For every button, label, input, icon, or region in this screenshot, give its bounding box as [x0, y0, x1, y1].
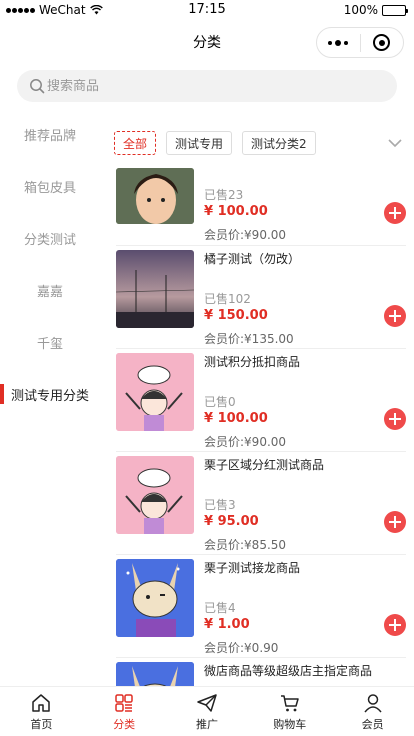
more-dot-icon	[328, 40, 333, 45]
product-list: 已售23 ¥ 100.00 会员价:¥90.00 橘子测试（勿改） 已售102 …	[116, 166, 406, 736]
sidebar-item-bags[interactable]: 箱包皮具	[0, 160, 100, 212]
member-price: 会员价:¥0.90	[204, 641, 279, 655]
tab-promote-label: 推广	[195, 717, 218, 731]
member-price: 会员价:¥90.00	[204, 435, 287, 449]
product-price: ¥ 95.00	[204, 514, 259, 529]
member-price: 会员价:¥85.50	[204, 538, 287, 552]
product-name: 栗子区域分红测试商品	[204, 458, 325, 472]
add-to-cart-button[interactable]	[384, 305, 406, 327]
tab-member[interactable]: 会员	[331, 687, 414, 736]
tab-promote[interactable]: 推广	[166, 687, 249, 736]
product-item[interactable]: 测试积分抵扣商品 已售0 ¥ 100.00 会员价:¥90.00	[116, 349, 406, 452]
product-item[interactable]: 栗子区域分红测试商品 已售3 ¥ 95.00 会员价:¥85.50	[116, 452, 406, 555]
product-item[interactable]: 已售23 ¥ 100.00 会员价:¥90.00	[116, 166, 406, 246]
product-name: 栗子测试接龙商品	[204, 561, 301, 575]
search-bar[interactable]	[17, 70, 397, 102]
more-dot-icon	[335, 39, 342, 46]
sold-count: 已售102	[204, 292, 251, 306]
sold-count: 已售3	[204, 498, 236, 512]
product-image	[116, 559, 194, 637]
product-image	[116, 250, 194, 328]
search-icon	[30, 79, 45, 94]
cart-icon	[280, 694, 299, 711]
product-item[interactable]: 栗子测试接龙商品 已售4 ¥ 1.00 会员价:¥0.90	[116, 555, 406, 658]
sidebar-item-category-test[interactable]: 分类测试	[0, 212, 100, 264]
tab-cart[interactable]: 购物车	[248, 687, 331, 736]
tab-cart-label: 购物车	[273, 717, 307, 731]
product-name: 橘子测试（勿改）	[204, 252, 301, 266]
product-image	[116, 168, 194, 224]
category-icon	[115, 693, 133, 712]
add-to-cart-button[interactable]	[384, 511, 406, 533]
product-name: 测试积分抵扣商品	[204, 355, 301, 369]
category-sidebar: 推荐品牌 箱包皮具 分类测试 嘉嘉 千玺 测试专用分类	[0, 108, 100, 420]
add-to-cart-button[interactable]	[384, 202, 406, 224]
product-item[interactable]: 橘子测试（勿改） 已售102 ¥ 150.00 会员价:¥135.00	[116, 246, 406, 349]
add-to-cart-button[interactable]	[384, 408, 406, 430]
member-price: 会员价:¥90.00	[204, 228, 287, 242]
product-price: ¥ 100.00	[204, 204, 268, 219]
tab-member-label: 会员	[361, 717, 384, 731]
status-bar: WeChat 17:15 100%	[0, 0, 414, 20]
tab-home[interactable]: 首页	[0, 687, 83, 736]
sidebar-item-jiajia[interactable]: 嘉嘉	[0, 264, 100, 316]
bottom-tab-bar: 首页 分类 推广 购物车 会员	[0, 686, 414, 736]
product-image	[116, 353, 194, 431]
sold-count: 已售4	[204, 601, 236, 615]
tab-category-label: 分类	[113, 717, 136, 731]
sidebar-item-brands[interactable]: 推荐品牌	[0, 108, 100, 160]
product-price: ¥ 100.00	[204, 411, 268, 426]
search-input[interactable]	[47, 78, 367, 94]
sidebar-item-qianxi[interactable]: 千玺	[0, 316, 100, 368]
product-name: 微店商品等级超级店主指定商品	[204, 664, 373, 678]
subcategory-filters: 全部 测试专用 测试分类2	[114, 130, 406, 156]
more-button[interactable]	[317, 39, 360, 46]
user-icon	[363, 693, 382, 712]
home-icon	[32, 693, 51, 712]
product-price: ¥ 150.00	[204, 308, 268, 323]
sold-count: 已售0	[204, 395, 236, 409]
tab-home-label: 首页	[30, 717, 53, 731]
battery-percent: 100%	[343, 3, 378, 17]
product-price: ¥ 1.00	[204, 617, 250, 632]
target-icon	[373, 34, 391, 51]
more-dot-icon	[344, 40, 349, 45]
product-image	[116, 456, 194, 534]
sidebar-item-test-category[interactable]: 测试专用分类	[0, 368, 100, 420]
sold-count: 已售23	[204, 188, 244, 202]
filter-chip-test-category-2[interactable]: 测试分类2	[242, 131, 316, 155]
mini-program-capsule	[316, 27, 404, 58]
battery-icon	[382, 4, 408, 16]
filter-chip-all[interactable]: 全部	[114, 131, 157, 155]
filter-chip-test-only[interactable]: 测试专用	[166, 131, 233, 155]
add-to-cart-button[interactable]	[384, 614, 406, 636]
status-right: 100%	[343, 3, 408, 17]
close-button[interactable]	[360, 34, 403, 51]
chevron-down-icon[interactable]	[386, 134, 404, 152]
tab-category[interactable]: 分类	[83, 687, 166, 736]
member-price: 会员价:¥135.00	[204, 332, 294, 346]
nav-bar: 分类	[0, 20, 414, 64]
paper-plane-icon	[197, 693, 217, 712]
